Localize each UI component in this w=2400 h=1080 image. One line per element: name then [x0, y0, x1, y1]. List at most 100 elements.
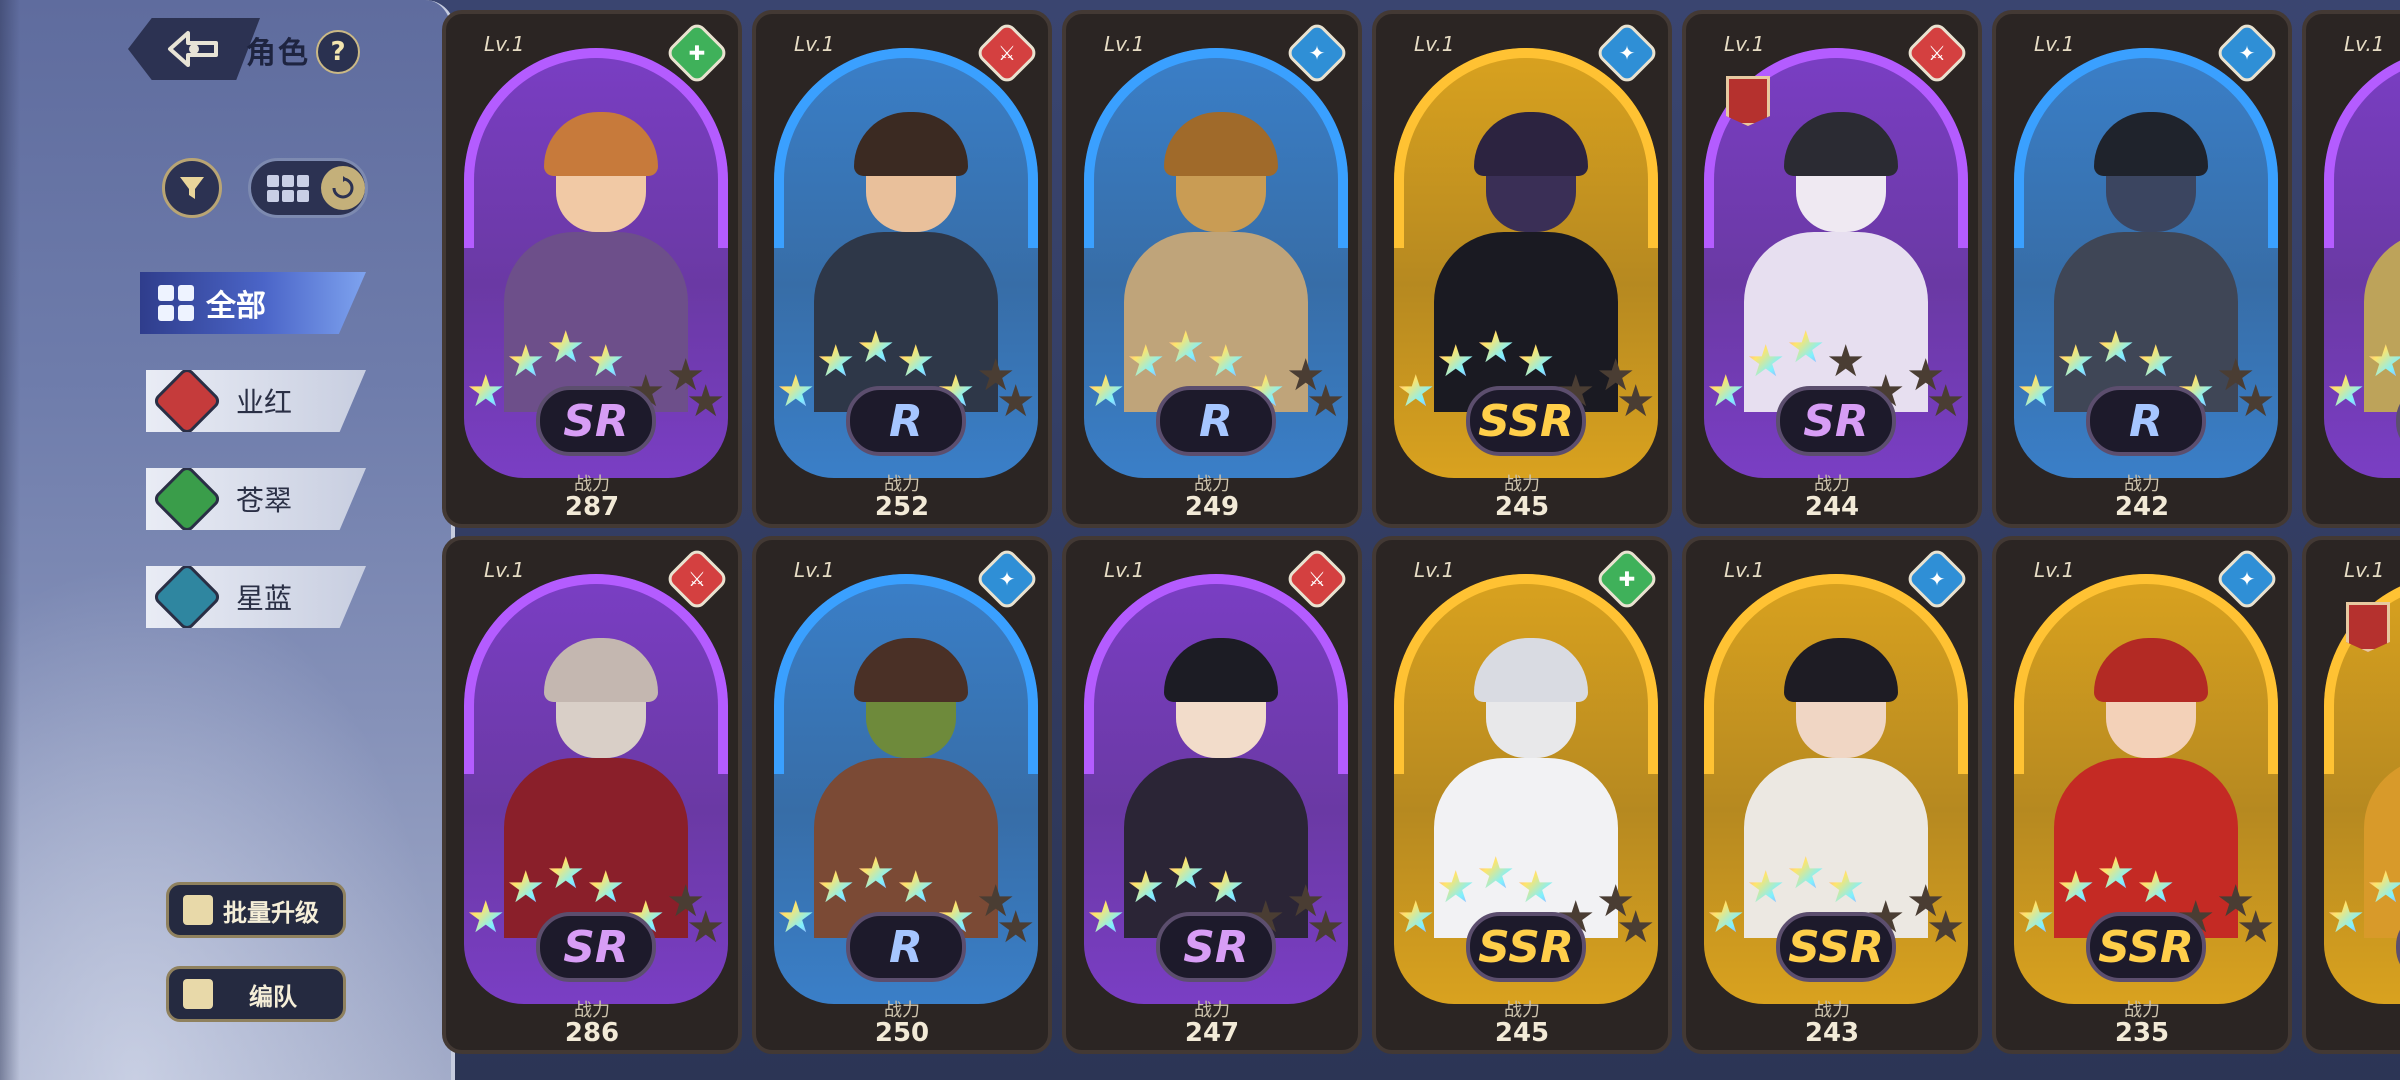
star-icon: ★ [1616, 376, 1656, 427]
star-icon: ★ [2236, 376, 2276, 427]
character-card[interactable]: Lv.1 ⚔ ★ ★ ★ ★ ★ ★ ★ SR 战力 286 [442, 536, 742, 1054]
faction-badge-icon [2346, 602, 2390, 652]
star-icon: ★ [1786, 322, 1826, 373]
star-icon: ★ [1206, 862, 1246, 913]
star-icon: ★ [1926, 902, 1966, 953]
character-card[interactable]: Lv.1 ⚔ ★★★★★★★ SSR 战力 23 [2302, 536, 2400, 1054]
sidebar: 角色 ? 全部 业红 苍翠 星蓝 批量升级 编队 [0, 0, 455, 1080]
star-icon: ★ [856, 322, 896, 373]
rarity-badge: SR [1156, 912, 1276, 982]
star-icon: ★ [2016, 366, 2056, 417]
grid-category-icon [158, 285, 194, 321]
star-icon: ★ [1826, 862, 1866, 913]
power-value: 252 [874, 492, 930, 522]
rarity-badge: R [846, 912, 966, 982]
star-icon: ★ [2326, 892, 2366, 943]
rarity-badge: SR [536, 912, 656, 982]
refresh-icon[interactable] [321, 166, 365, 210]
star-icon: ★ [2136, 336, 2176, 387]
star-icon: ★ [896, 862, 936, 913]
star-icon: ★ [1306, 902, 1346, 953]
category-label: 星蓝 [236, 582, 293, 615]
level-label: Lv.1 [484, 32, 525, 56]
level-label: Lv.1 [794, 32, 835, 56]
star-icon: ★ [776, 892, 816, 943]
star-icon: ★ [1476, 322, 1516, 373]
character-card[interactable]: Lv.1 ✚ ★ ★ ★ ★ ★ ★ ★ SSR 战力 245 [1372, 536, 1672, 1054]
character-card[interactable]: Lv.1 ⚔ ★ ★ ★ ★ ★ ★ ★ SR 战力 244 [1682, 10, 1982, 528]
power-value: 250 [874, 1018, 930, 1048]
star-icon: ★ [816, 862, 856, 913]
character-card[interactable]: Lv.1 ⚔ ★ ★ ★ ★ ★ ★ ★ SR 战力 247 [1062, 536, 1362, 1054]
character-card[interactable]: Lv.1 ✦ ★ ★ ★ ★ ★ ★ ★ R 战力 250 [752, 536, 1052, 1054]
star-icon: ★ [2326, 366, 2366, 417]
character-card[interactable]: Lv.1 ✚ ★ ★ ★ ★ ★ ★ ★ SR 战力 287 [442, 10, 742, 528]
star-rating: ★★★★★★★ [2326, 310, 2400, 420]
star-icon: ★ [2366, 866, 2400, 910]
rarity-badge: R [2086, 386, 2206, 456]
power-value: 286 [564, 1018, 620, 1048]
star-icon: ★ [546, 848, 586, 899]
funnel-icon [180, 177, 204, 199]
star-icon: ★ [506, 336, 546, 387]
power-value: 235 [2114, 1018, 2170, 1048]
star-icon: ★ [2056, 336, 2096, 387]
character-card[interactable]: Lv.1 ✦ ★ ★ ★ ★ ★ ★ ★ R 战力 242 [1992, 10, 2292, 528]
star-icon: ★ [1516, 862, 1556, 913]
power-value: 242 [2114, 492, 2170, 522]
character-card[interactable]: Lv.1 ✦ ★★★★★★★ SR 战力 2 [2302, 10, 2400, 528]
power-value: 244 [1804, 492, 1860, 522]
category-red[interactable]: 业红 [146, 370, 366, 432]
star-icon: ★ [1926, 376, 1966, 427]
star-icon: ★ [2056, 862, 2096, 913]
character-card[interactable]: Lv.1 ⚔ ★ ★ ★ ★ ★ ★ ★ R 战力 252 [752, 10, 1052, 528]
back-button[interactable] [128, 18, 260, 80]
rarity-badge: SR [1776, 386, 1896, 456]
star-icon: ★ [586, 336, 626, 387]
power-value: 23 [2306, 1018, 2400, 1048]
character-card[interactable]: Lv.1 ✦ ★ ★ ★ ★ ★ ★ ★ SSR 战力 235 [1992, 536, 2292, 1054]
rarity-badge: R [846, 386, 966, 456]
star-icon: ★ [816, 336, 856, 387]
grid-view-icon[interactable] [267, 174, 309, 202]
level-label: Lv.1 [1104, 32, 1145, 56]
character-screen: 角色 ? 全部 业红 苍翠 星蓝 批量升级 编队 Lv.1 ✚ ★ ★ ★ ★ … [0, 0, 2400, 1080]
star-icon: ★ [1436, 862, 1476, 913]
star-icon: ★ [1086, 366, 1126, 417]
batch-upgrade-label: 批量升级 [223, 898, 319, 927]
power-value: 2 [2306, 492, 2400, 522]
rarity-badge: SSR [2086, 912, 2206, 982]
star-icon: ★ [1086, 892, 1126, 943]
star-icon: ★ [1746, 336, 1786, 387]
formation-label: 编队 [249, 982, 297, 1011]
star-icon: ★ [896, 336, 936, 387]
power-value: 287 [564, 492, 620, 522]
power-value: 247 [1184, 1018, 1240, 1048]
star-icon: ★ [466, 892, 506, 943]
character-card[interactable]: Lv.1 ✦ ★ ★ ★ ★ ★ ★ ★ SSR 战力 243 [1682, 536, 1982, 1054]
character-card[interactable]: Lv.1 ✦ ★ ★ ★ ★ ★ ★ ★ R 战力 249 [1062, 10, 1362, 528]
star-icon: ★ [2366, 340, 2400, 384]
star-icon: ★ [2136, 862, 2176, 913]
batch-upgrade-button[interactable]: 批量升级 [166, 882, 346, 938]
star-icon: ★ [1126, 336, 1166, 387]
category-green[interactable]: 苍翠 [146, 468, 366, 530]
star-icon: ★ [1706, 366, 1746, 417]
category-blue[interactable]: 星蓝 [146, 566, 366, 628]
level-label: Lv.1 [1414, 558, 1455, 582]
star-icon: ★ [1706, 892, 1746, 943]
star-icon: ★ [1396, 366, 1436, 417]
category-label: 苍翠 [236, 484, 293, 517]
help-button[interactable]: ? [316, 30, 360, 74]
character-card[interactable]: Lv.1 ✦ ★ ★ ★ ★ ★ ★ ★ SSR 战力 245 [1372, 10, 1672, 528]
star-icon: ★ [776, 366, 816, 417]
formation-button[interactable]: 编队 [166, 966, 346, 1022]
upgrade-cards-icon [183, 895, 213, 925]
level-label: Lv.1 [484, 558, 525, 582]
power-value: 249 [1184, 492, 1240, 522]
view-toggle[interactable] [248, 158, 368, 218]
level-label: Lv.1 [794, 558, 835, 582]
category-all[interactable]: 全部 [140, 272, 366, 334]
power-value: 245 [1494, 1018, 1550, 1048]
filter-button[interactable] [162, 158, 222, 218]
